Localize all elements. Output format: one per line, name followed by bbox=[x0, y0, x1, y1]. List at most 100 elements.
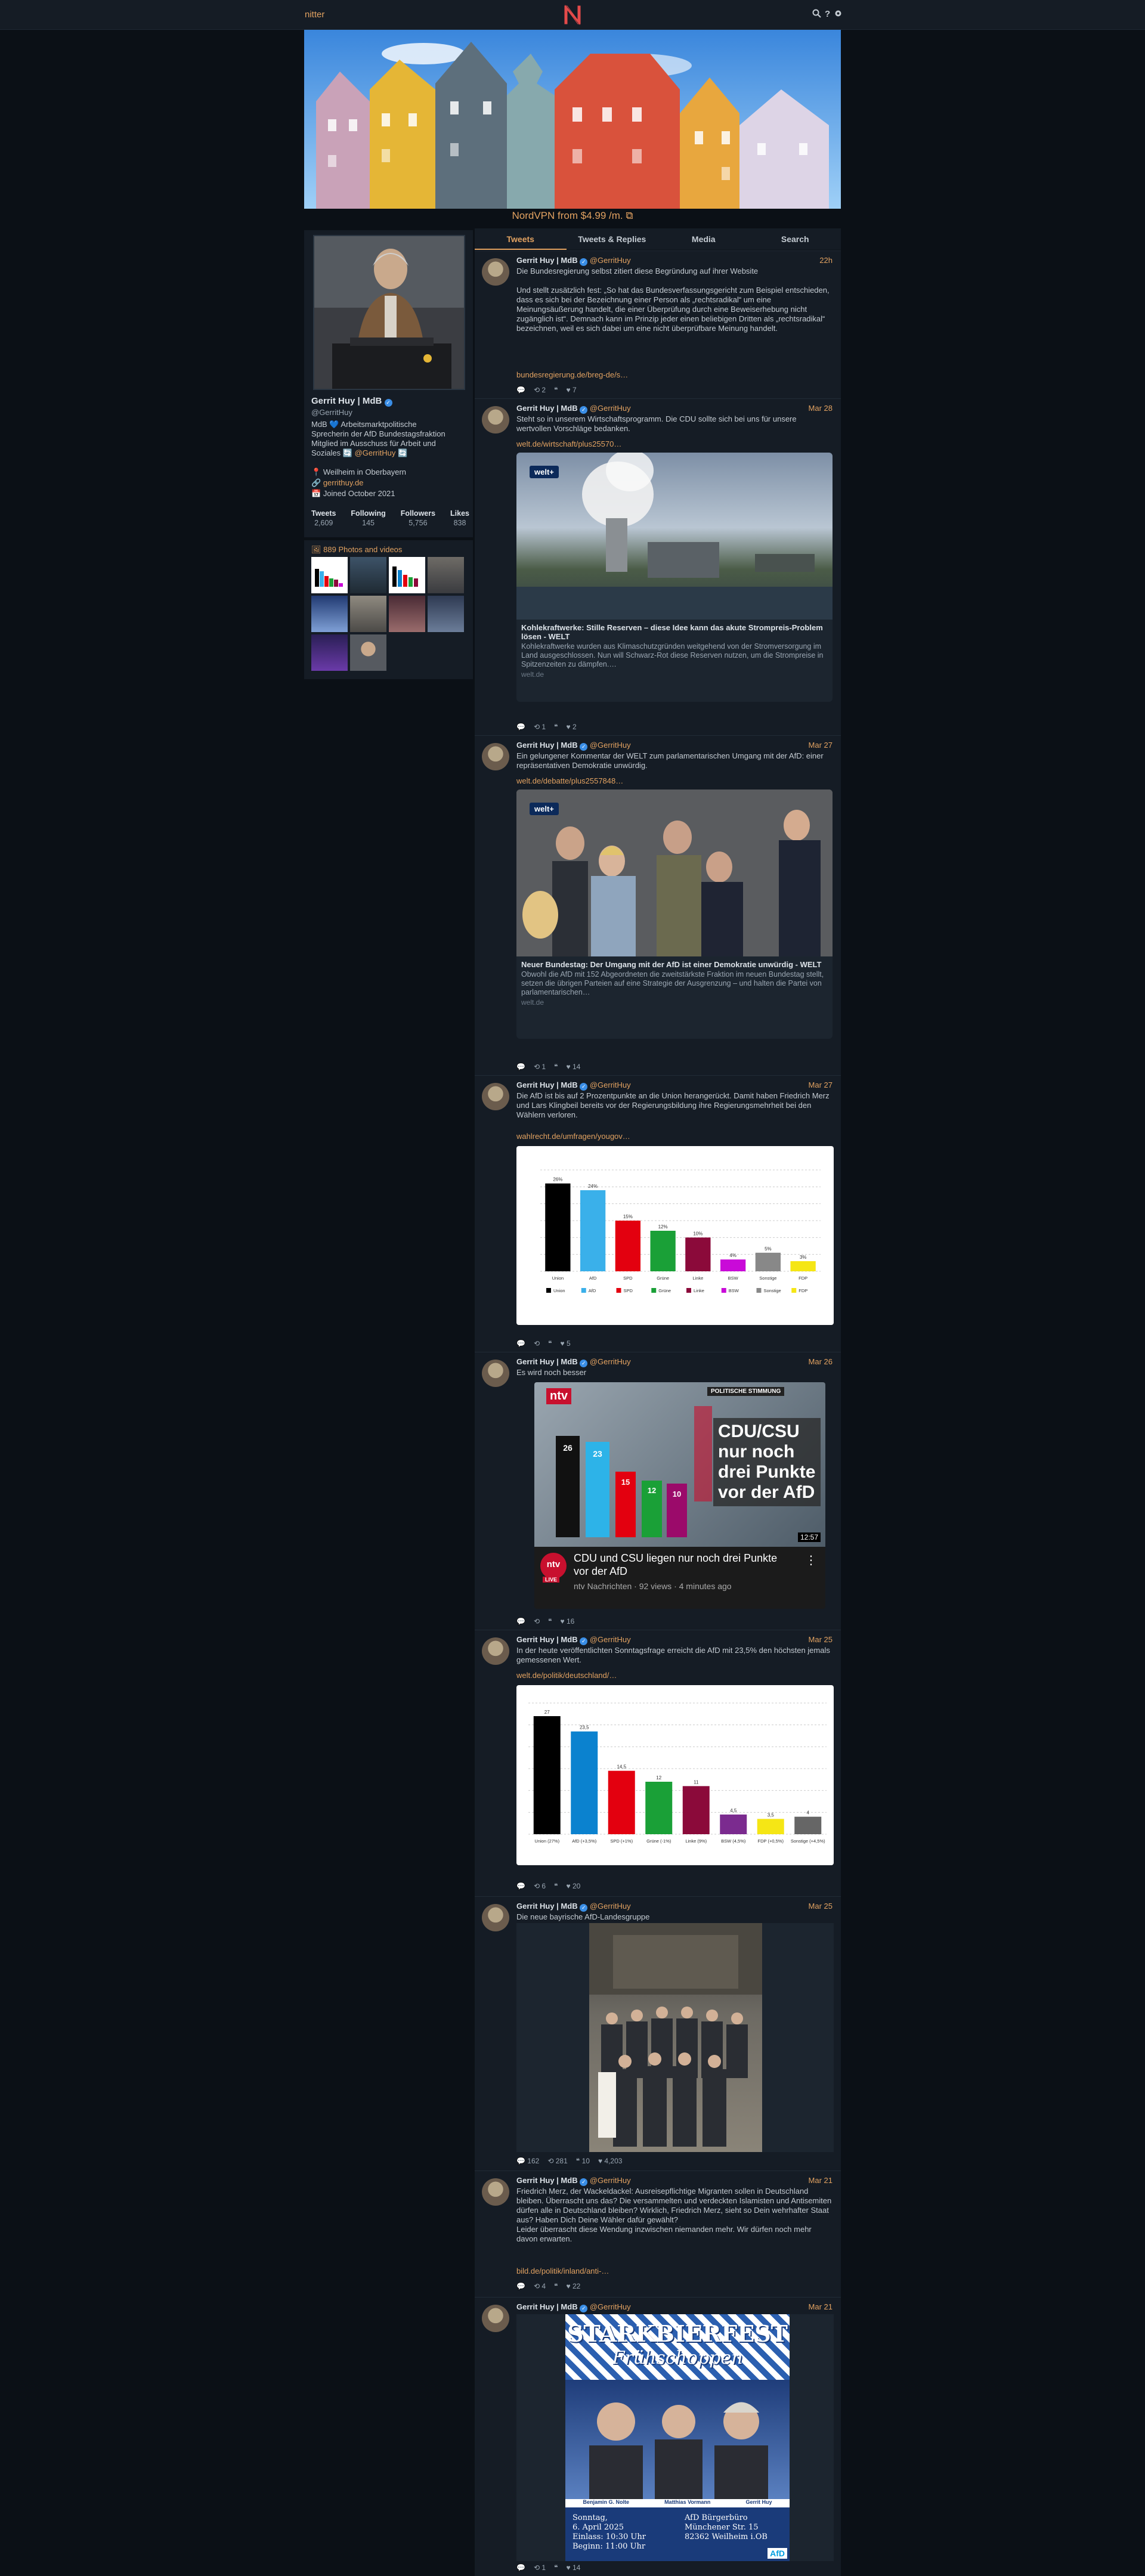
tweet-author-name[interactable]: Gerrit Huy | MdB bbox=[516, 1357, 578, 1366]
like-stat[interactable]: ♥ 14 bbox=[567, 1063, 581, 1071]
tweet-date[interactable]: Mar 27 bbox=[809, 741, 833, 750]
tweet-author-handle[interactable]: @GerritHuy bbox=[590, 1635, 631, 1644]
photo-thumb[interactable] bbox=[389, 596, 425, 632]
retweet-stat[interactable]: ⟲ bbox=[534, 1617, 540, 1626]
card-title[interactable]: Kohlekraftwerke: Stille Reserven – diese… bbox=[516, 620, 833, 642]
tweet-media[interactable]: STARKBIERFEST Frühschoppen Benjamin G. N… bbox=[516, 2314, 834, 2561]
photo-rail-title[interactable]: 🖼 889 Photos and videos bbox=[311, 545, 402, 555]
photo-thumb[interactable] bbox=[350, 634, 386, 671]
retweet-stat[interactable]: ⟲ 6 bbox=[534, 1882, 546, 1890]
reply-stat[interactable]: 💬 bbox=[516, 1617, 525, 1626]
reply-stat[interactable]: 💬 bbox=[516, 1063, 525, 1071]
settings-icon[interactable] bbox=[834, 9, 843, 18]
tweet-author-handle[interactable]: @GerritHuy bbox=[590, 2302, 631, 2311]
help-icon[interactable]: ? bbox=[825, 9, 830, 19]
tweet-media[interactable] bbox=[516, 1923, 834, 2152]
tab-tweets-replies[interactable]: Tweets & Replies bbox=[567, 228, 658, 250]
quote-stat[interactable]: ❝ bbox=[554, 1882, 558, 1890]
tweet-author-name[interactable]: Gerrit Huy | MdB bbox=[516, 2176, 578, 2185]
tweet-date[interactable]: Mar 28 bbox=[809, 404, 833, 413]
profile-fullname[interactable]: Gerrit Huy | MdB ✓ bbox=[311, 396, 392, 407]
retweet-stat[interactable]: ⟲ 2 bbox=[534, 386, 546, 394]
like-stat[interactable]: ♥ 7 bbox=[567, 386, 577, 394]
retweet-stat[interactable]: ⟲ 1 bbox=[534, 723, 546, 731]
photo-thumb[interactable] bbox=[311, 557, 348, 593]
like-stat[interactable]: ♥ 20 bbox=[567, 1882, 581, 1890]
photo-rail-label[interactable]: 889 Photos and videos bbox=[323, 545, 402, 554]
retweet-stat[interactable]: ⟲ 281 bbox=[547, 2157, 567, 2165]
retweet-stat[interactable]: ⟲ bbox=[534, 1339, 540, 1348]
like-stat[interactable]: ♥ 5 bbox=[560, 1339, 570, 1348]
tweet-date[interactable]: Mar 21 bbox=[809, 2302, 833, 2311]
tweet-avatar[interactable] bbox=[482, 2178, 509, 2206]
tweet-avatar[interactable] bbox=[482, 1637, 509, 1665]
tweet[interactable]: Gerrit Huy | MdB ✓ @GerritHuy Mar 26 Es w… bbox=[475, 1352, 841, 1630]
stat-likes[interactable]: Likes 838 bbox=[450, 509, 469, 527]
photo-thumb[interactable] bbox=[311, 634, 348, 671]
tweet-avatar[interactable] bbox=[482, 1904, 509, 1931]
quote-stat[interactable]: ❝ bbox=[554, 2282, 558, 2290]
tweet-link[interactable]: welt.de/politik/deutschland/… bbox=[516, 1671, 617, 1680]
like-stat[interactable]: ♥ 2 bbox=[567, 723, 577, 731]
profile-avatar[interactable] bbox=[313, 235, 465, 390]
nitter-logo-icon[interactable] bbox=[564, 5, 581, 25]
tab-tweets[interactable]: Tweets bbox=[475, 228, 567, 250]
sponsor-text[interactable]: NordVPN from $4.99 /m. bbox=[512, 210, 623, 221]
tweet-avatar[interactable] bbox=[482, 258, 509, 286]
bio-mention-link[interactable]: @GerritHuy bbox=[355, 448, 396, 457]
tweet-author-name[interactable]: Gerrit Huy | MdB bbox=[516, 2302, 578, 2311]
tweet-avatar[interactable] bbox=[482, 1083, 509, 1110]
fullname-text[interactable]: Gerrit Huy | MdB bbox=[311, 396, 382, 406]
quote-stat[interactable]: ❝ bbox=[554, 1063, 558, 1071]
tweet-avatar[interactable] bbox=[482, 2305, 509, 2332]
search-icon[interactable] bbox=[812, 9, 821, 18]
tweet-avatar[interactable] bbox=[482, 406, 509, 434]
tweet-date[interactable]: Mar 26 bbox=[809, 1357, 833, 1366]
tweet-author-name[interactable]: Gerrit Huy | MdB bbox=[516, 256, 578, 265]
poll-chart-image[interactable]: 26% Union 24% AfD 15% SPD 12% Grüne 10% Linke 4% BS… bbox=[516, 1146, 834, 1325]
tweet[interactable]: Gerrit Huy | MdB ✓ @GerritHuy Mar 27 Die … bbox=[475, 1075, 841, 1352]
quote-stat[interactable]: ❝ bbox=[554, 723, 558, 731]
tweet-link[interactable]: wahlrecht.de/umfragen/yougov… bbox=[516, 1132, 630, 1141]
card-title[interactable]: Neuer Bundestag: Der Umgang mit der AfD … bbox=[516, 956, 833, 970]
tweet-author-name[interactable]: Gerrit Huy | MdB bbox=[516, 741, 578, 750]
link-card[interactable]: welt+ Neuer Bundestag: Der Umgang mit de… bbox=[516, 789, 833, 1039]
like-stat[interactable]: ♥ 14 bbox=[567, 2563, 581, 2572]
reply-stat[interactable]: 💬 bbox=[516, 1339, 525, 1348]
tweet-link[interactable]: bundesregierung.de/breg-de/s… bbox=[516, 370, 628, 379]
tweet-author-name[interactable]: Gerrit Huy | MdB bbox=[516, 1080, 578, 1089]
stat-following[interactable]: Following 145 bbox=[351, 509, 385, 527]
tweet-author-handle[interactable]: @GerritHuy bbox=[590, 1357, 631, 1366]
tweet-avatar[interactable] bbox=[482, 743, 509, 770]
tweet-author-handle[interactable]: @GerritHuy bbox=[590, 741, 631, 750]
profile-username[interactable]: @GerritHuy bbox=[311, 408, 352, 417]
like-stat[interactable]: ♥ 16 bbox=[560, 1617, 574, 1626]
brand-link[interactable]: nitter bbox=[305, 10, 324, 20]
stat-tweets[interactable]: Tweets 2,609 bbox=[311, 509, 336, 527]
reply-stat[interactable]: 💬 162 bbox=[516, 2157, 539, 2165]
photo-thumb[interactable] bbox=[428, 557, 464, 593]
sponsor-link[interactable]: NordVPN from $4.99 /m. ⧉ bbox=[304, 210, 841, 222]
tweet-author-handle[interactable]: @GerritHuy bbox=[590, 1902, 631, 1911]
reply-stat[interactable]: 💬 bbox=[516, 723, 525, 731]
tweet[interactable]: Gerrit Huy | MdB ✓ @GerritHuy 22h Die Bun… bbox=[475, 250, 841, 398]
tweet[interactable]: Gerrit Huy | MdB ✓ @GerritHuy Mar 27 Ein … bbox=[475, 735, 841, 1075]
tweet-date[interactable]: Mar 25 bbox=[809, 1635, 833, 1644]
reply-stat[interactable]: 💬 bbox=[516, 2563, 525, 2572]
tab-media[interactable]: Media bbox=[658, 228, 750, 250]
poll-chart-image[interactable]: 27 Union (27%) 23,5 AfD (+3,5%) 14,5 SPD (+1%… bbox=[516, 1685, 834, 1865]
tweet[interactable]: Gerrit Huy | MdB ✓ @GerritHuy Mar 25 In d… bbox=[475, 1630, 841, 1896]
tweet[interactable]: Gerrit Huy | MdB ✓ @GerritHuy Mar 25 Die … bbox=[475, 1896, 841, 2171]
tweet[interactable]: Gerrit Huy | MdB ✓ @GerritHuy Mar 28 Steh… bbox=[475, 398, 841, 735]
website-link[interactable]: gerrithuy.de bbox=[323, 478, 364, 487]
like-stat[interactable]: ♥ 22 bbox=[567, 2282, 581, 2290]
retweet-stat[interactable]: ⟲ 4 bbox=[534, 2282, 546, 2290]
like-stat[interactable]: ♥ 4,203 bbox=[598, 2157, 623, 2165]
video-title[interactable]: CDU und CSU liegen nur noch drei Punkte … bbox=[574, 1552, 788, 1578]
tweet-author-handle[interactable]: @GerritHuy bbox=[590, 2176, 631, 2185]
photo-thumb[interactable] bbox=[311, 596, 348, 632]
photo-thumb[interactable] bbox=[428, 596, 464, 632]
tweet-date[interactable]: Mar 21 bbox=[809, 2176, 833, 2185]
tweet-avatar[interactable] bbox=[482, 1360, 509, 1387]
tweet-author-name[interactable]: Gerrit Huy | MdB bbox=[516, 404, 578, 413]
